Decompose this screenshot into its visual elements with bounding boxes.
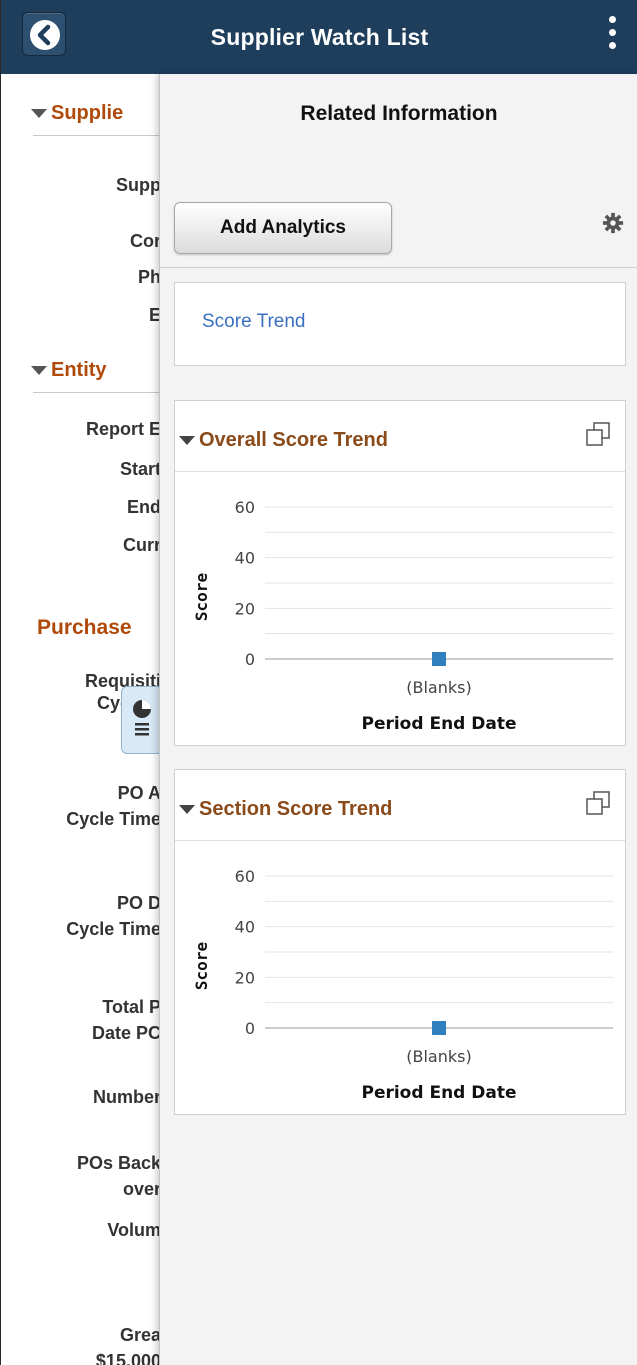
section-supplier-header[interactable]: Supplie — [31, 102, 123, 125]
chart-title-text: Section Score Trend — [199, 798, 393, 820]
field-label: over — [122, 1179, 161, 1199]
y-tick-label: 60 — [235, 867, 255, 886]
app-root: Supplier Watch List Supplie Supp Cor Ph … — [0, 0, 637, 1365]
field-label: Number — [92, 1087, 161, 1107]
y-tick-label: 20 — [235, 968, 255, 987]
overall-score-trend-chart: 60 40 20 0 Score (Blanks) Period End Date — [192, 498, 613, 734]
field-label: Volum — [107, 1220, 161, 1240]
divider — [33, 392, 161, 393]
field-label: End — [127, 497, 161, 517]
y-axis-label: Score — [192, 573, 211, 621]
field-label: Supp — [116, 175, 161, 195]
panel-title: Related Information — [300, 102, 498, 125]
chart-title-overall[interactable]: Overall Score Trend — [179, 429, 388, 452]
divider — [33, 135, 161, 136]
x-axis-label: Period End Date — [361, 1083, 516, 1103]
divider — [160, 267, 637, 268]
y-tick-label: 0 — [245, 650, 255, 669]
field-label: Cycle Time — [66, 809, 161, 829]
chart-title-text: Overall Score Trend — [199, 429, 388, 451]
field-label: Start — [119, 459, 161, 479]
x-axis-label: Period End Date — [361, 714, 516, 734]
section-purchase-header: Purchase — [37, 616, 132, 639]
field-label: Report E — [85, 419, 161, 439]
field-label: PO A — [117, 783, 161, 803]
field-label: Date PC — [91, 1023, 161, 1043]
related-information-panel: Related Information Add Analytics Score … — [159, 74, 637, 1365]
page-header: Supplier Watch List — [1, 0, 637, 74]
field-label: POs Back — [76, 1153, 161, 1173]
data-point — [432, 652, 446, 666]
y-tick-label: 60 — [235, 498, 255, 517]
y-tick-label: 40 — [235, 918, 255, 937]
section-entity-header[interactable]: Entity — [31, 359, 107, 382]
field-label: Total P — [102, 997, 161, 1017]
score-trend-link[interactable]: Score Trend — [202, 311, 306, 333]
x-tick-label: (Blanks) — [406, 1047, 471, 1066]
chart-card-overall: Overall Score Trend 60 40 20 0 Score (Blanks)… — [174, 400, 626, 746]
kebab-menu-icon[interactable] — [606, 16, 618, 56]
field-label: $15,000 — [95, 1351, 161, 1365]
y-tick-label: 20 — [235, 599, 255, 618]
page-title: Supplier Watch List — [210, 24, 429, 50]
related-info-tab[interactable] — [121, 686, 163, 754]
collapse-triangle-icon — [31, 366, 47, 376]
section-label: Supplie — [51, 102, 124, 124]
collapse-triangle-icon — [31, 109, 47, 119]
section-label: Entity — [51, 359, 107, 381]
chart-card-section: Section Score Trend 60 40 20 0 Score (Blanks)… — [174, 769, 626, 1115]
pie-chart-icon — [133, 700, 151, 736]
gear-icon[interactable] — [602, 212, 624, 234]
y-tick-label: 0 — [245, 1019, 255, 1038]
field-label: Cycle Time — [66, 919, 161, 939]
field-label: Cor — [130, 231, 161, 251]
y-tick-label: 40 — [235, 549, 255, 568]
chart-title-section[interactable]: Section Score Trend — [179, 798, 392, 821]
x-tick-label: (Blanks) — [406, 678, 471, 697]
field-label: PO D — [116, 893, 161, 913]
data-point — [432, 1021, 446, 1035]
y-axis-label: Score — [192, 942, 211, 990]
section-score-trend-chart: 60 40 20 0 Score (Blanks) Period End Date — [192, 867, 613, 1103]
expand-icon[interactable] — [585, 790, 611, 816]
score-trend-card: Score Trend — [174, 282, 626, 366]
expand-icon[interactable] — [585, 421, 611, 447]
collapse-triangle-icon — [179, 436, 195, 446]
field-label: Curr — [122, 535, 161, 555]
field-label: Grea — [119, 1325, 161, 1345]
collapse-triangle-icon — [179, 805, 195, 815]
add-analytics-button[interactable]: Add Analytics — [174, 202, 392, 254]
field-label: Ph — [137, 267, 161, 287]
